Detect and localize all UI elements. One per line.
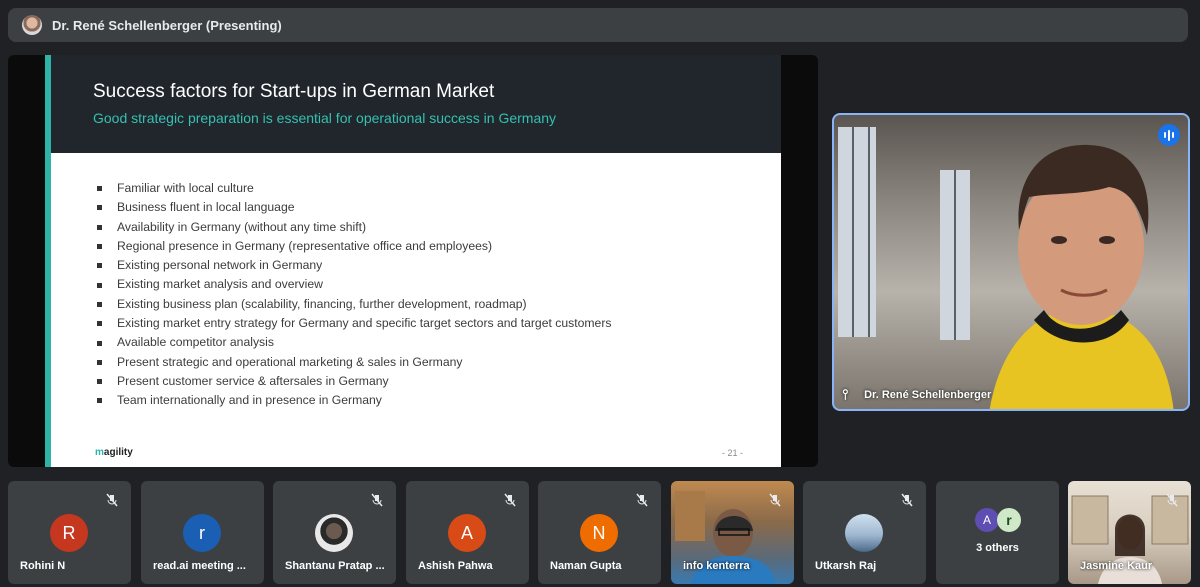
bullet-square-icon [97, 321, 102, 327]
speaker-video-image [989, 144, 1174, 409]
slide-accent-bar [45, 55, 51, 467]
participant-name: Naman Gupta [550, 560, 622, 572]
pin-icon[interactable]: ⫯ [842, 386, 848, 403]
participant-name: info kenterra [683, 560, 750, 572]
slide-subtitle: Good strategic preparation is essential … [93, 110, 557, 126]
slide-bullet: Existing business plan (scalability, fin… [97, 295, 611, 314]
mic-off-icon [504, 493, 516, 507]
participant-tile[interactable]: R Rohini N [8, 481, 131, 584]
slide-bullet: Existing personal network in Germany [97, 256, 611, 275]
slide-bullet: Availability in Germany (without any tim… [97, 218, 611, 237]
slide-bullet: Existing market analysis and overview [97, 275, 611, 294]
participant-tile[interactable]: N Naman Gupta [538, 481, 661, 584]
bullet-square-icon [97, 282, 102, 288]
participant-avatar [845, 514, 883, 552]
slide-page-number: - 21 - [722, 448, 744, 458]
others-tile[interactable]: A r 3 others [936, 481, 1059, 584]
speaking-indicator-icon [1158, 124, 1180, 146]
slide-bullet-list: Familiar with local culture Business flu… [97, 179, 611, 411]
slide-bullet: Available competitor analysis [97, 333, 611, 352]
mic-off-icon [901, 493, 913, 507]
participant-name: read.ai meeting ... [153, 560, 246, 572]
bullet-square-icon [97, 186, 102, 192]
presentation-slide: Success factors for Start-ups in German … [45, 55, 781, 467]
bullet-square-icon [97, 379, 102, 385]
speaker-name-label: ⫯ Dr. René Schellenberger [842, 386, 992, 403]
shared-screen[interactable]: Success factors for Start-ups in German … [8, 55, 818, 467]
slide-bullet: Familiar with local culture [97, 179, 611, 198]
participant-name: Ashish Pahwa [418, 560, 493, 572]
presenter-title: Dr. René Schellenberger (Presenting) [52, 17, 282, 33]
participant-avatar: N [580, 514, 618, 552]
participant-avatar [315, 514, 353, 552]
speaker-video-tile[interactable]: ⫯ Dr. René Schellenberger [832, 113, 1190, 411]
participant-name: Rohini N [20, 560, 66, 572]
participant-tile[interactable]: r read.ai meeting ... [141, 481, 264, 584]
participant-tile[interactable]: A Ashish Pahwa [406, 481, 529, 584]
slide-bullet: Present strategic and operational market… [97, 353, 611, 372]
slide-logo: mmagilityagility [95, 447, 133, 458]
bullet-square-icon [97, 301, 102, 307]
background-window [838, 127, 876, 337]
slide-bullet: Team internationally and in presence in … [97, 391, 611, 410]
slide-bullet: Present customer service & aftersales in… [97, 372, 611, 391]
participant-name: Jasmine Kaur [1080, 560, 1153, 572]
presenter-bar: Dr. René Schellenberger (Presenting) [8, 8, 1188, 42]
mic-off-icon [636, 493, 648, 507]
participant-tile[interactable]: Shantanu Pratap ... [273, 481, 396, 584]
participant-name: Utkarsh Raj [815, 560, 877, 572]
bullet-square-icon [97, 244, 102, 250]
others-avatar-r: r [997, 508, 1021, 532]
mic-off-icon [106, 493, 118, 507]
bullet-square-icon [97, 340, 102, 346]
participant-avatar: A [448, 514, 486, 552]
slide-bullet: Regional presence in Germany (representa… [97, 237, 611, 256]
slide-bullet: Business fluent in local language [97, 198, 611, 217]
participant-tile[interactable]: Jasmine Kaur [1068, 481, 1191, 584]
mic-off-icon [1166, 493, 1178, 507]
participant-avatar: r [183, 514, 221, 552]
background-window [940, 170, 970, 340]
mic-off-icon [371, 493, 383, 507]
slide-bullet: Existing market entry strategy for Germa… [97, 314, 611, 333]
bullet-square-icon [97, 398, 102, 404]
participant-tile[interactable]: Utkarsh Raj [803, 481, 926, 584]
bullet-square-icon [97, 263, 102, 269]
bullet-square-icon [97, 205, 102, 211]
presenter-avatar [22, 15, 42, 35]
slide-header [45, 55, 781, 153]
slide-title: Success factors for Start-ups in German … [93, 81, 495, 102]
others-count-label: 3 others [976, 542, 1019, 554]
participant-name: Shantanu Pratap ... [285, 560, 385, 572]
participant-avatar: R [50, 514, 88, 552]
participant-tile[interactable]: info kenterra [671, 481, 794, 584]
bullet-square-icon [97, 359, 102, 365]
bullet-square-icon [97, 224, 102, 230]
mic-off-icon [769, 493, 781, 507]
others-avatar-a: A [975, 508, 999, 532]
